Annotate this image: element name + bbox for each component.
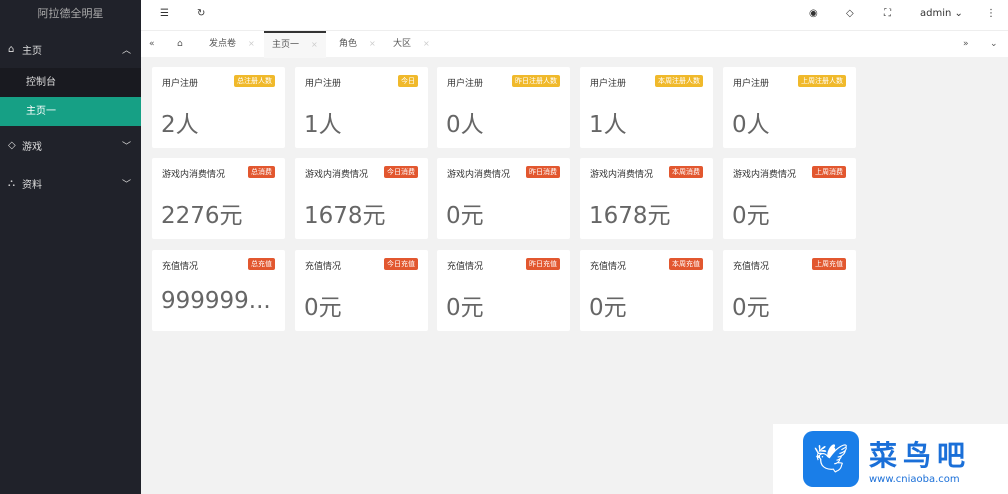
card-badge: 本周注册人数 <box>655 75 703 87</box>
tab[interactable]: 大区 × <box>385 31 438 58</box>
tab[interactable]: 发点卷 × <box>201 31 263 58</box>
card-badge: 昨日注册人数 <box>512 75 560 87</box>
app-title: 阿拉德全明星 <box>37 7 104 20</box>
card-badge: 本周充值 <box>669 258 703 270</box>
card-value: 0元 <box>732 295 770 321</box>
watermark: 🕊 菜鸟吧 www.cniaoba.com <box>773 424 1008 494</box>
stat-card: 游戏内消费情况 上周消费 0元 <box>723 158 856 239</box>
card-title: 充值情况 <box>162 262 199 272</box>
diamond-icon: ◇ <box>8 139 16 151</box>
menu-game[interactable]: ◇ 游戏 ﹀ <box>0 126 141 164</box>
stat-card: 充值情况 总充值 999999... <box>152 250 285 331</box>
card-title: 充值情况 <box>305 262 342 272</box>
card-badge: 总充值 <box>248 258 275 270</box>
card-badge: 上周消费 <box>812 166 846 178</box>
card-title: 充值情况 <box>733 262 770 272</box>
card-value: 1人 <box>304 112 342 138</box>
card-title: 充值情况 <box>590 262 627 272</box>
home-tab-icon[interactable]: ⌂ <box>177 31 183 58</box>
stat-card: 游戏内消费情况 今日消费 1678元 <box>295 158 428 239</box>
menu-data[interactable]: ⛬ 资料 ﹀ <box>0 164 141 202</box>
chevron-up-icon: ︿ <box>121 45 131 56</box>
stat-card: 充值情况 昨日充值 0元 <box>437 250 570 331</box>
tag-icon[interactable]: ◇ <box>846 8 854 19</box>
header: ☰ ↻ ◉ ◇ ⛶ admin ⌄ ⋮ <box>141 0 1008 30</box>
user-menu[interactable]: admin ⌄ <box>920 8 963 19</box>
user-icon: ⛬ <box>8 177 15 189</box>
card-title: 游戏内消费情况 <box>733 170 797 180</box>
card-badge: 上周注册人数 <box>798 75 846 87</box>
stat-card: 用户注册 今日 1人 <box>295 67 428 148</box>
stat-card: 充值情况 本周充值 0元 <box>580 250 713 331</box>
card-title: 游戏内消费情况 <box>590 170 654 180</box>
card-badge: 总消费 <box>248 166 275 178</box>
card-value: 0人 <box>446 112 484 138</box>
card-value: 1人 <box>589 112 627 138</box>
stat-card: 游戏内消费情况 昨日消费 0元 <box>437 158 570 239</box>
card-value: 0人 <box>732 112 770 138</box>
card-value: 0元 <box>446 203 484 229</box>
card-title: 用户注册 <box>733 79 770 89</box>
stat-card: 充值情况 上周充值 0元 <box>723 250 856 331</box>
menu-toggle-icon[interactable]: ☰ <box>160 8 169 19</box>
close-icon[interactable]: × <box>369 39 376 48</box>
close-icon[interactable]: × <box>248 39 255 48</box>
stat-card: 游戏内消费情况 总消费 2276元 <box>152 158 285 239</box>
card-value: 2人 <box>161 112 199 138</box>
card-badge: 本周消费 <box>669 166 703 178</box>
card-value: 0元 <box>446 295 484 321</box>
card-badge: 今日 <box>398 75 418 87</box>
card-badge: 今日消费 <box>384 166 418 178</box>
card-title: 用户注册 <box>447 79 484 89</box>
bird-logo-icon: 🕊 <box>803 431 859 487</box>
theme-icon[interactable]: ◉ <box>809 8 818 19</box>
card-badge: 总注册人数 <box>234 75 275 87</box>
card-title: 用户注册 <box>590 79 627 89</box>
card-value: 1678元 <box>304 203 386 229</box>
stat-card: 用户注册 昨日注册人数 0人 <box>437 67 570 148</box>
stat-card: 用户注册 总注册人数 2人 <box>152 67 285 148</box>
tab[interactable]: 角色 × <box>331 31 384 58</box>
chevron-down-icon: ﹀ <box>121 141 131 152</box>
card-value: 0元 <box>732 203 770 229</box>
stat-card: 用户注册 上周注册人数 0人 <box>723 67 856 148</box>
card-title: 用户注册 <box>162 79 199 89</box>
card-value: 2276元 <box>161 203 243 229</box>
card-badge: 上周充值 <box>812 258 846 270</box>
close-icon[interactable]: × <box>311 40 318 49</box>
tab-options-icon[interactable]: ⌄ <box>990 31 998 58</box>
card-title: 游戏内消费情况 <box>305 170 369 180</box>
stat-card: 游戏内消费情况 本周消费 1678元 <box>580 158 713 239</box>
menu-home[interactable]: ⌂ 主页 ︿ <box>0 30 141 68</box>
card-title: 充值情况 <box>447 262 484 272</box>
card-title: 用户注册 <box>305 79 342 89</box>
stat-card: 充值情况 今日充值 0元 <box>295 250 428 331</box>
scroll-left-icon[interactable]: « <box>149 31 155 58</box>
chevron-down-icon: ﹀ <box>121 179 131 190</box>
card-badge: 今日充值 <box>384 258 418 270</box>
menu-console[interactable]: 控制台 <box>0 68 141 97</box>
close-icon[interactable]: × <box>423 39 430 48</box>
scroll-right-icon[interactable]: » <box>963 31 969 58</box>
tab-bar: « ⌂ 发点卷 × 主页一 × 角色 × 大区 × » ⌄ <box>141 30 1008 58</box>
card-title: 游戏内消费情况 <box>162 170 226 180</box>
sidebar: 阿拉德全明星 ⌂ 主页 ︿ 控制台 主页一 ◇ 游戏 ﹀ ⛬ 资料 ﹀ <box>0 0 141 494</box>
card-badge: 昨日消费 <box>526 166 560 178</box>
stat-card: 用户注册 本周注册人数 1人 <box>580 67 713 148</box>
home-icon: ⌂ <box>8 43 15 55</box>
card-badge: 昨日充值 <box>526 258 560 270</box>
card-value: 999999... <box>161 288 271 314</box>
card-value: 0元 <box>589 295 627 321</box>
menu-home-one[interactable]: 主页一 <box>0 97 141 126</box>
card-value: 1678元 <box>589 203 671 229</box>
more-icon[interactable]: ⋮ <box>986 8 996 19</box>
card-title: 游戏内消费情况 <box>447 170 511 180</box>
fullscreen-icon[interactable]: ⛶ <box>884 8 891 19</box>
tab-active[interactable]: 主页一 × <box>264 31 326 58</box>
card-value: 0元 <box>304 295 342 321</box>
refresh-icon[interactable]: ↻ <box>197 8 205 19</box>
